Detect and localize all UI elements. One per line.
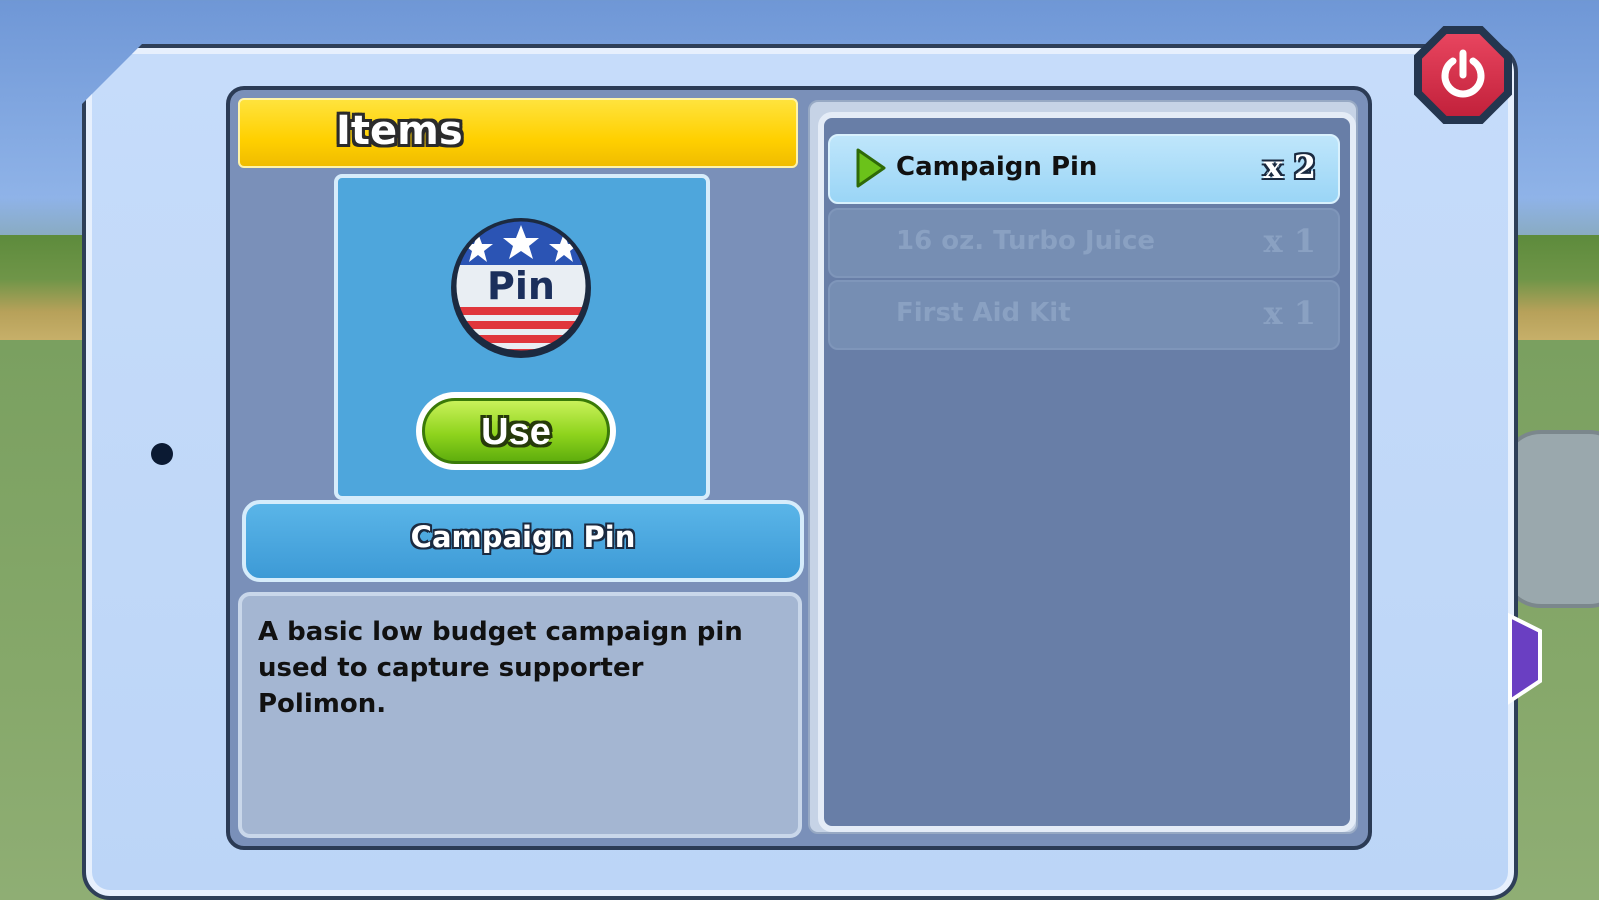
- inventory-item-qty: x 1: [1263, 294, 1316, 332]
- use-button-face: Use: [422, 398, 610, 464]
- play-arrow-icon: [856, 148, 886, 188]
- inventory-item-name: Campaign Pin: [896, 152, 1098, 182]
- selected-item-name-bar: Campaign Pin: [242, 500, 804, 582]
- campaign-pin-badge-icon: Pin: [451, 218, 591, 358]
- page-title: Items: [336, 108, 463, 154]
- item-description-box: A basic low budget campaign pin used to …: [238, 592, 802, 838]
- inventory-item-qty: x 1: [1263, 222, 1316, 260]
- inventory-item-turbo-juice[interactable]: 16 oz. Turbo Juice x 1: [828, 208, 1340, 278]
- title-bar: Items: [238, 98, 798, 168]
- selected-item-name: Campaign Pin: [410, 520, 636, 554]
- use-button-label: Use: [481, 411, 551, 453]
- inventory-item-campaign-pin[interactable]: Campaign Pin x 2: [828, 134, 1340, 204]
- inventory-item-name: First Aid Kit: [896, 298, 1071, 328]
- inventory-item-qty: x 2: [1263, 148, 1316, 186]
- side-hexagon-icon: [1508, 612, 1542, 705]
- inventory-item-first-aid-kit[interactable]: First Aid Kit x 1: [828, 280, 1340, 350]
- tablet-camera-dot: [151, 443, 173, 465]
- power-icon: [1441, 49, 1485, 98]
- item-description: A basic low budget campaign pin used to …: [258, 617, 743, 719]
- pin-badge-label: Pin: [487, 264, 555, 308]
- power-button-face: [1422, 34, 1504, 116]
- use-button[interactable]: Use: [416, 392, 616, 470]
- inventory-item-name: 16 oz. Turbo Juice: [896, 226, 1156, 256]
